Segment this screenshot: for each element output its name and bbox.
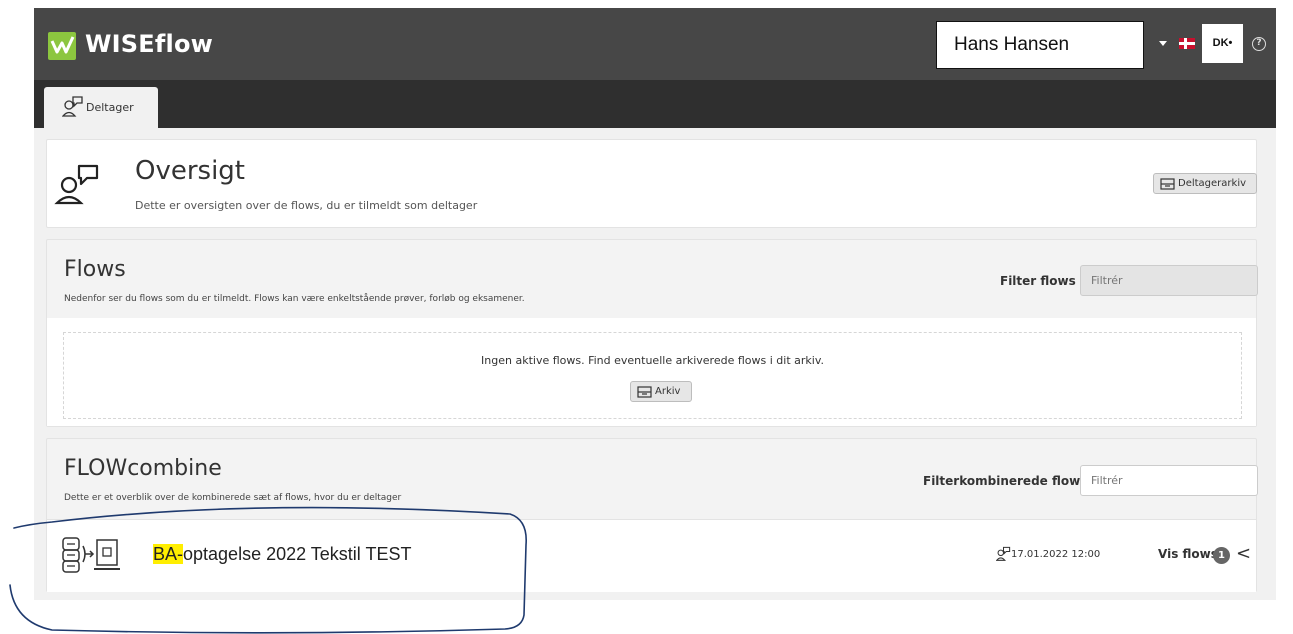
flows-title: Flows [64, 257, 126, 282]
page-subtitle: Dette er oversigten over de flows, du er… [135, 199, 478, 212]
flows-filter-input[interactable] [1080, 265, 1258, 296]
flowcombine-section: FLOWcombine Dette er et overblik over de… [46, 438, 1258, 592]
tab-deltager[interactable]: Deltager [44, 87, 158, 128]
participant-archive-button[interactable]: Deltagerarkiv [1153, 173, 1257, 194]
flowcombine-filter-input[interactable] [1080, 465, 1258, 496]
top-header: WISEflow Hans Hansen DK• ? [34, 8, 1276, 80]
role-tab-bar: Deltager [34, 80, 1276, 128]
institution-badge[interactable]: DK• [1202, 24, 1243, 63]
flowcombine-list-item[interactable]: BA-optagelse 2022 Tekstil TEST 17.01.202… [47, 519, 1256, 592]
flow-count-badge: 1 [1213, 547, 1230, 564]
wiseflow-app: WISEflow Hans Hansen DK• ? Deltager Over… [34, 8, 1276, 600]
user-menu-caret-icon[interactable] [1159, 41, 1167, 46]
flowcombine-title: FLOWcombine [64, 456, 222, 481]
combined-flow-name[interactable]: BA-optagelse 2022 Tekstil TEST [153, 544, 412, 565]
flows-filter-label: Filter flows [1000, 274, 1076, 288]
archive-button[interactable]: Arkiv [630, 381, 692, 402]
participant-archive-label: Deltagerarkiv [1178, 178, 1247, 189]
flowcombine-filter-label: Filterkombinerede flows [923, 474, 1088, 488]
show-flows-button[interactable]: Vis flows [1158, 547, 1218, 561]
date-text: 17.01.2022 12:00 [1011, 549, 1101, 560]
flows-subtitle: Nedenfor ser du flows som du er tilmeldt… [64, 294, 525, 304]
empty-flows-box: Ingen aktive flows. Find eventuelle arki… [63, 332, 1242, 419]
user-name[interactable]: Hans Hansen [936, 21, 1144, 69]
page-title: Oversigt [135, 156, 246, 186]
name-rest: optagelse 2022 Tekstil TEST [183, 544, 412, 564]
participant-icon [996, 546, 1011, 561]
logo-text[interactable]: WISEflow [85, 30, 213, 58]
tab-label: Deltager [86, 101, 134, 114]
flows-section: Flows Nedenfor ser du flows som du er ti… [46, 239, 1258, 427]
name-highlight: BA- [153, 544, 184, 564]
archive-box-icon [1160, 178, 1175, 190]
flowcombine-subtitle: Dette er et overblik over de kombinerede… [64, 493, 402, 503]
combined-flow-date: 17.01.2022 12:00 [996, 546, 1101, 561]
combined-flows-icon [62, 537, 120, 573]
participant-icon [54, 164, 99, 205]
chevron-left-icon[interactable]: < [1236, 543, 1251, 564]
help-icon[interactable]: ? [1252, 37, 1266, 51]
overview-card: Oversigt Dette er oversigten over de flo… [46, 139, 1257, 228]
empty-flows-message: Ingen aktive flows. Find eventuelle arki… [481, 354, 824, 367]
archive-box-icon [637, 386, 652, 398]
flows-body: Ingen aktive flows. Find eventuelle arki… [47, 318, 1256, 426]
archive-label: Arkiv [655, 386, 681, 397]
wiseflow-logo-icon[interactable] [48, 32, 76, 60]
danish-flag-icon[interactable] [1179, 38, 1195, 49]
participant-icon [62, 96, 83, 117]
